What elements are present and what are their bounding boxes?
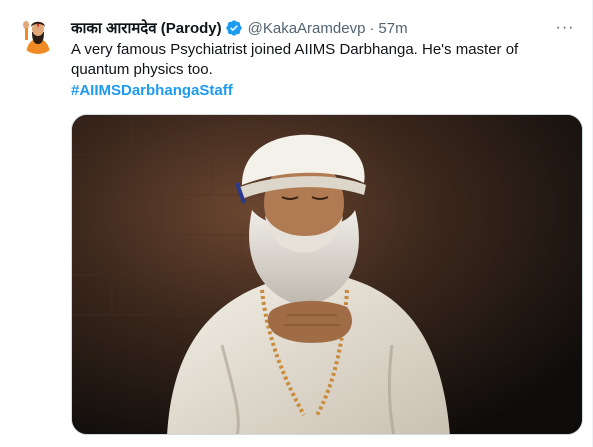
hashtag-link[interactable]: #AIIMSDarbhangaStaff — [71, 81, 233, 101]
user-handle[interactable]: @KakaAramdevp — [248, 20, 366, 37]
display-name[interactable]: काका आरामदेव (Parody) — [71, 18, 222, 38]
separator-dot: · — [369, 19, 375, 37]
avatar[interactable] — [18, 14, 58, 54]
tweet-text: A very famous Psychiatrist joined AIIMS … — [71, 41, 519, 78]
tweet-header: काका आरामदेव (Parody) @KakaAramdevp · 57… — [71, 17, 578, 39]
tweet-photo — [72, 115, 582, 434]
avatar-cartoon-icon — [18, 14, 58, 54]
tweet-image[interactable] — [71, 114, 583, 435]
verified-badge-icon — [225, 19, 243, 37]
timestamp[interactable]: 57m — [378, 20, 407, 37]
tweet-card[interactable]: काका आरामदेव (Parody) @KakaAramdevp · 57… — [0, 0, 593, 447]
more-options-icon[interactable]: ··· — [552, 17, 578, 39]
